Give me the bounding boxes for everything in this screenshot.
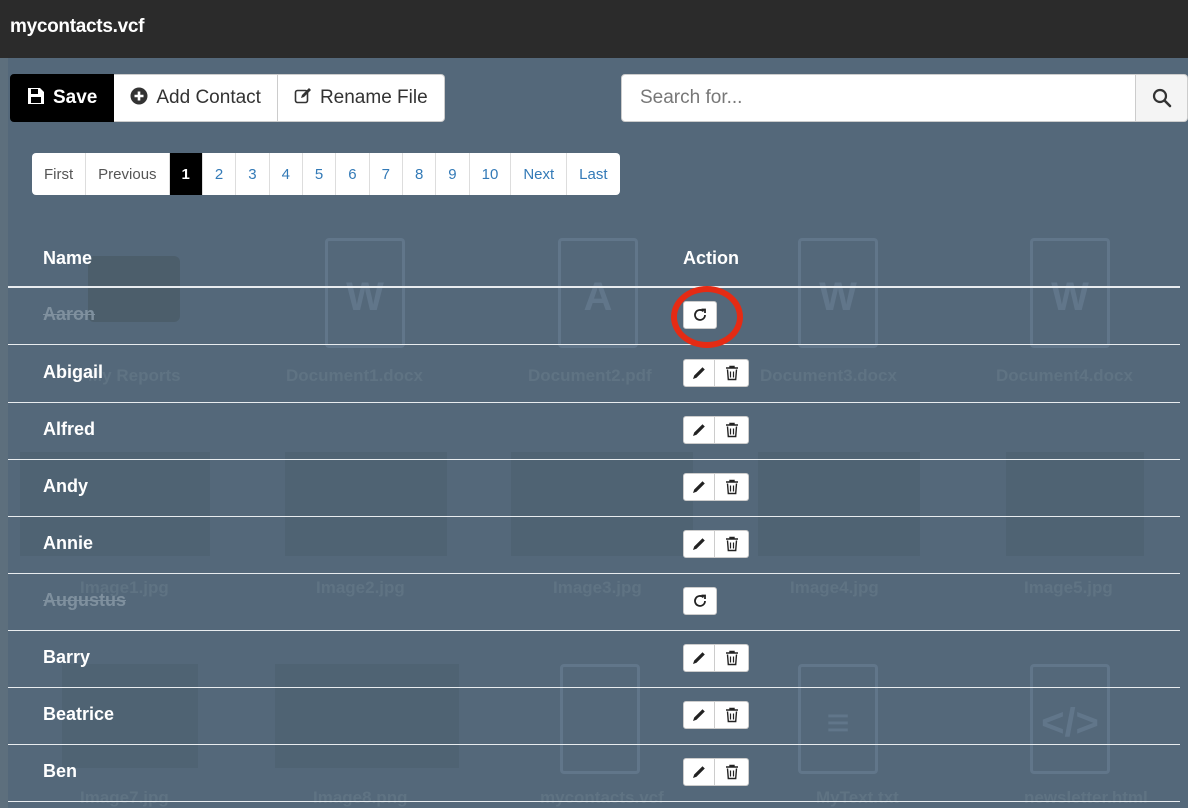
pagination-page-8[interactable]: 8 (403, 153, 437, 195)
trash-icon (725, 650, 738, 666)
delete-button[interactable] (715, 644, 749, 672)
delete-button[interactable] (715, 416, 749, 444)
contact-name: Alfred (43, 419, 96, 439)
pagination-last[interactable]: Last (567, 153, 619, 195)
contact-name: Augustus (43, 590, 126, 610)
pencil-icon (693, 538, 705, 550)
trash-icon (725, 707, 738, 723)
delete-button[interactable] (715, 473, 749, 501)
table-row: Ben (8, 744, 1180, 802)
save-icon (27, 87, 45, 110)
pencil-icon (693, 709, 705, 721)
delete-button[interactable] (715, 530, 749, 558)
column-header-action: Action (683, 248, 739, 268)
contact-name: Abigail (43, 362, 104, 382)
contact-name: Aaron (43, 304, 96, 324)
restore-button[interactable] (683, 587, 717, 615)
title-bar: mycontacts.vcf (0, 0, 1188, 58)
trash-icon (725, 764, 738, 780)
edit-button[interactable] (683, 701, 715, 729)
contact-name: Ben (43, 761, 78, 781)
pagination: First Previous 1 2 3 4 5 6 7 8 9 10 Next… (32, 153, 620, 195)
edit-button[interactable] (683, 530, 715, 558)
pencil-icon (693, 367, 705, 379)
contact-name: Annie (43, 533, 94, 553)
contact-name: Barry (43, 647, 91, 667)
search-icon (1152, 88, 1171, 108)
trash-icon (725, 536, 738, 552)
save-button[interactable]: Save (10, 74, 115, 122)
pagination-page-3[interactable]: 3 (236, 153, 270, 195)
search-button[interactable] (1136, 74, 1188, 122)
pagination-page-10[interactable]: 10 (470, 153, 512, 195)
add-contact-button[interactable]: Add Contact (114, 74, 278, 122)
pagination-page-1[interactable]: 1 (169, 153, 203, 195)
table-row: Augustus (8, 573, 1180, 631)
pagination-first[interactable]: First (32, 153, 87, 195)
table-row: Abigail (8, 345, 1180, 403)
rename-file-label: Rename File (319, 87, 428, 108)
save-label: Save (53, 87, 98, 108)
window-title: mycontacts.vcf (10, 16, 145, 37)
delete-button[interactable] (715, 701, 749, 729)
edit-button[interactable] (683, 359, 715, 387)
pencil-icon (693, 652, 705, 664)
contacts-panel: W A W W My Reports Document1.docx Docume… (8, 58, 1188, 808)
edit-button[interactable] (683, 416, 715, 444)
restore-icon (694, 594, 706, 607)
pagination-next[interactable]: Next (511, 153, 568, 195)
trash-icon (725, 422, 738, 438)
pagination-page-2[interactable]: 2 (203, 153, 237, 195)
search-input[interactable] (621, 74, 1136, 122)
table-row: Annie (8, 516, 1180, 574)
trash-icon (725, 479, 738, 495)
table-row: Beatrice (8, 687, 1180, 745)
pagination-page-4[interactable]: 4 (270, 153, 303, 195)
edit-button[interactable] (683, 758, 715, 786)
pagination-page-9[interactable]: 9 (436, 153, 470, 195)
rename-file-button[interactable]: Rename File (277, 74, 445, 122)
file-toolbar: Save Add Contact Rename File (10, 74, 445, 122)
table-row: Alfred (8, 402, 1180, 460)
add-contact-label: Add Contact (156, 87, 261, 108)
edit-icon (294, 87, 312, 110)
click-highlight-circle (671, 286, 743, 348)
pagination-page-5[interactable]: 5 (303, 153, 337, 195)
pencil-icon (693, 481, 705, 493)
trash-icon (725, 365, 738, 381)
delete-button[interactable] (715, 359, 749, 387)
pencil-icon (693, 424, 705, 436)
search-bar (621, 74, 1188, 122)
table-row: Andy (8, 459, 1180, 517)
contact-name: Andy (43, 476, 88, 496)
column-header-name: Name (43, 248, 93, 268)
table-row: Barry (8, 630, 1180, 688)
pencil-icon (693, 766, 705, 778)
pagination-page-6[interactable]: 6 (336, 153, 370, 195)
plus-circle-icon (130, 87, 148, 110)
table-row: Aaron (8, 287, 1180, 345)
contacts-table-header: Name Action (8, 228, 1180, 288)
pagination-page-7[interactable]: 7 (370, 153, 403, 195)
edit-button[interactable] (683, 644, 715, 672)
edit-button[interactable] (683, 473, 715, 501)
pagination-previous[interactable]: Previous (86, 153, 170, 195)
contact-name: Beatrice (43, 704, 115, 724)
delete-button[interactable] (715, 758, 749, 786)
